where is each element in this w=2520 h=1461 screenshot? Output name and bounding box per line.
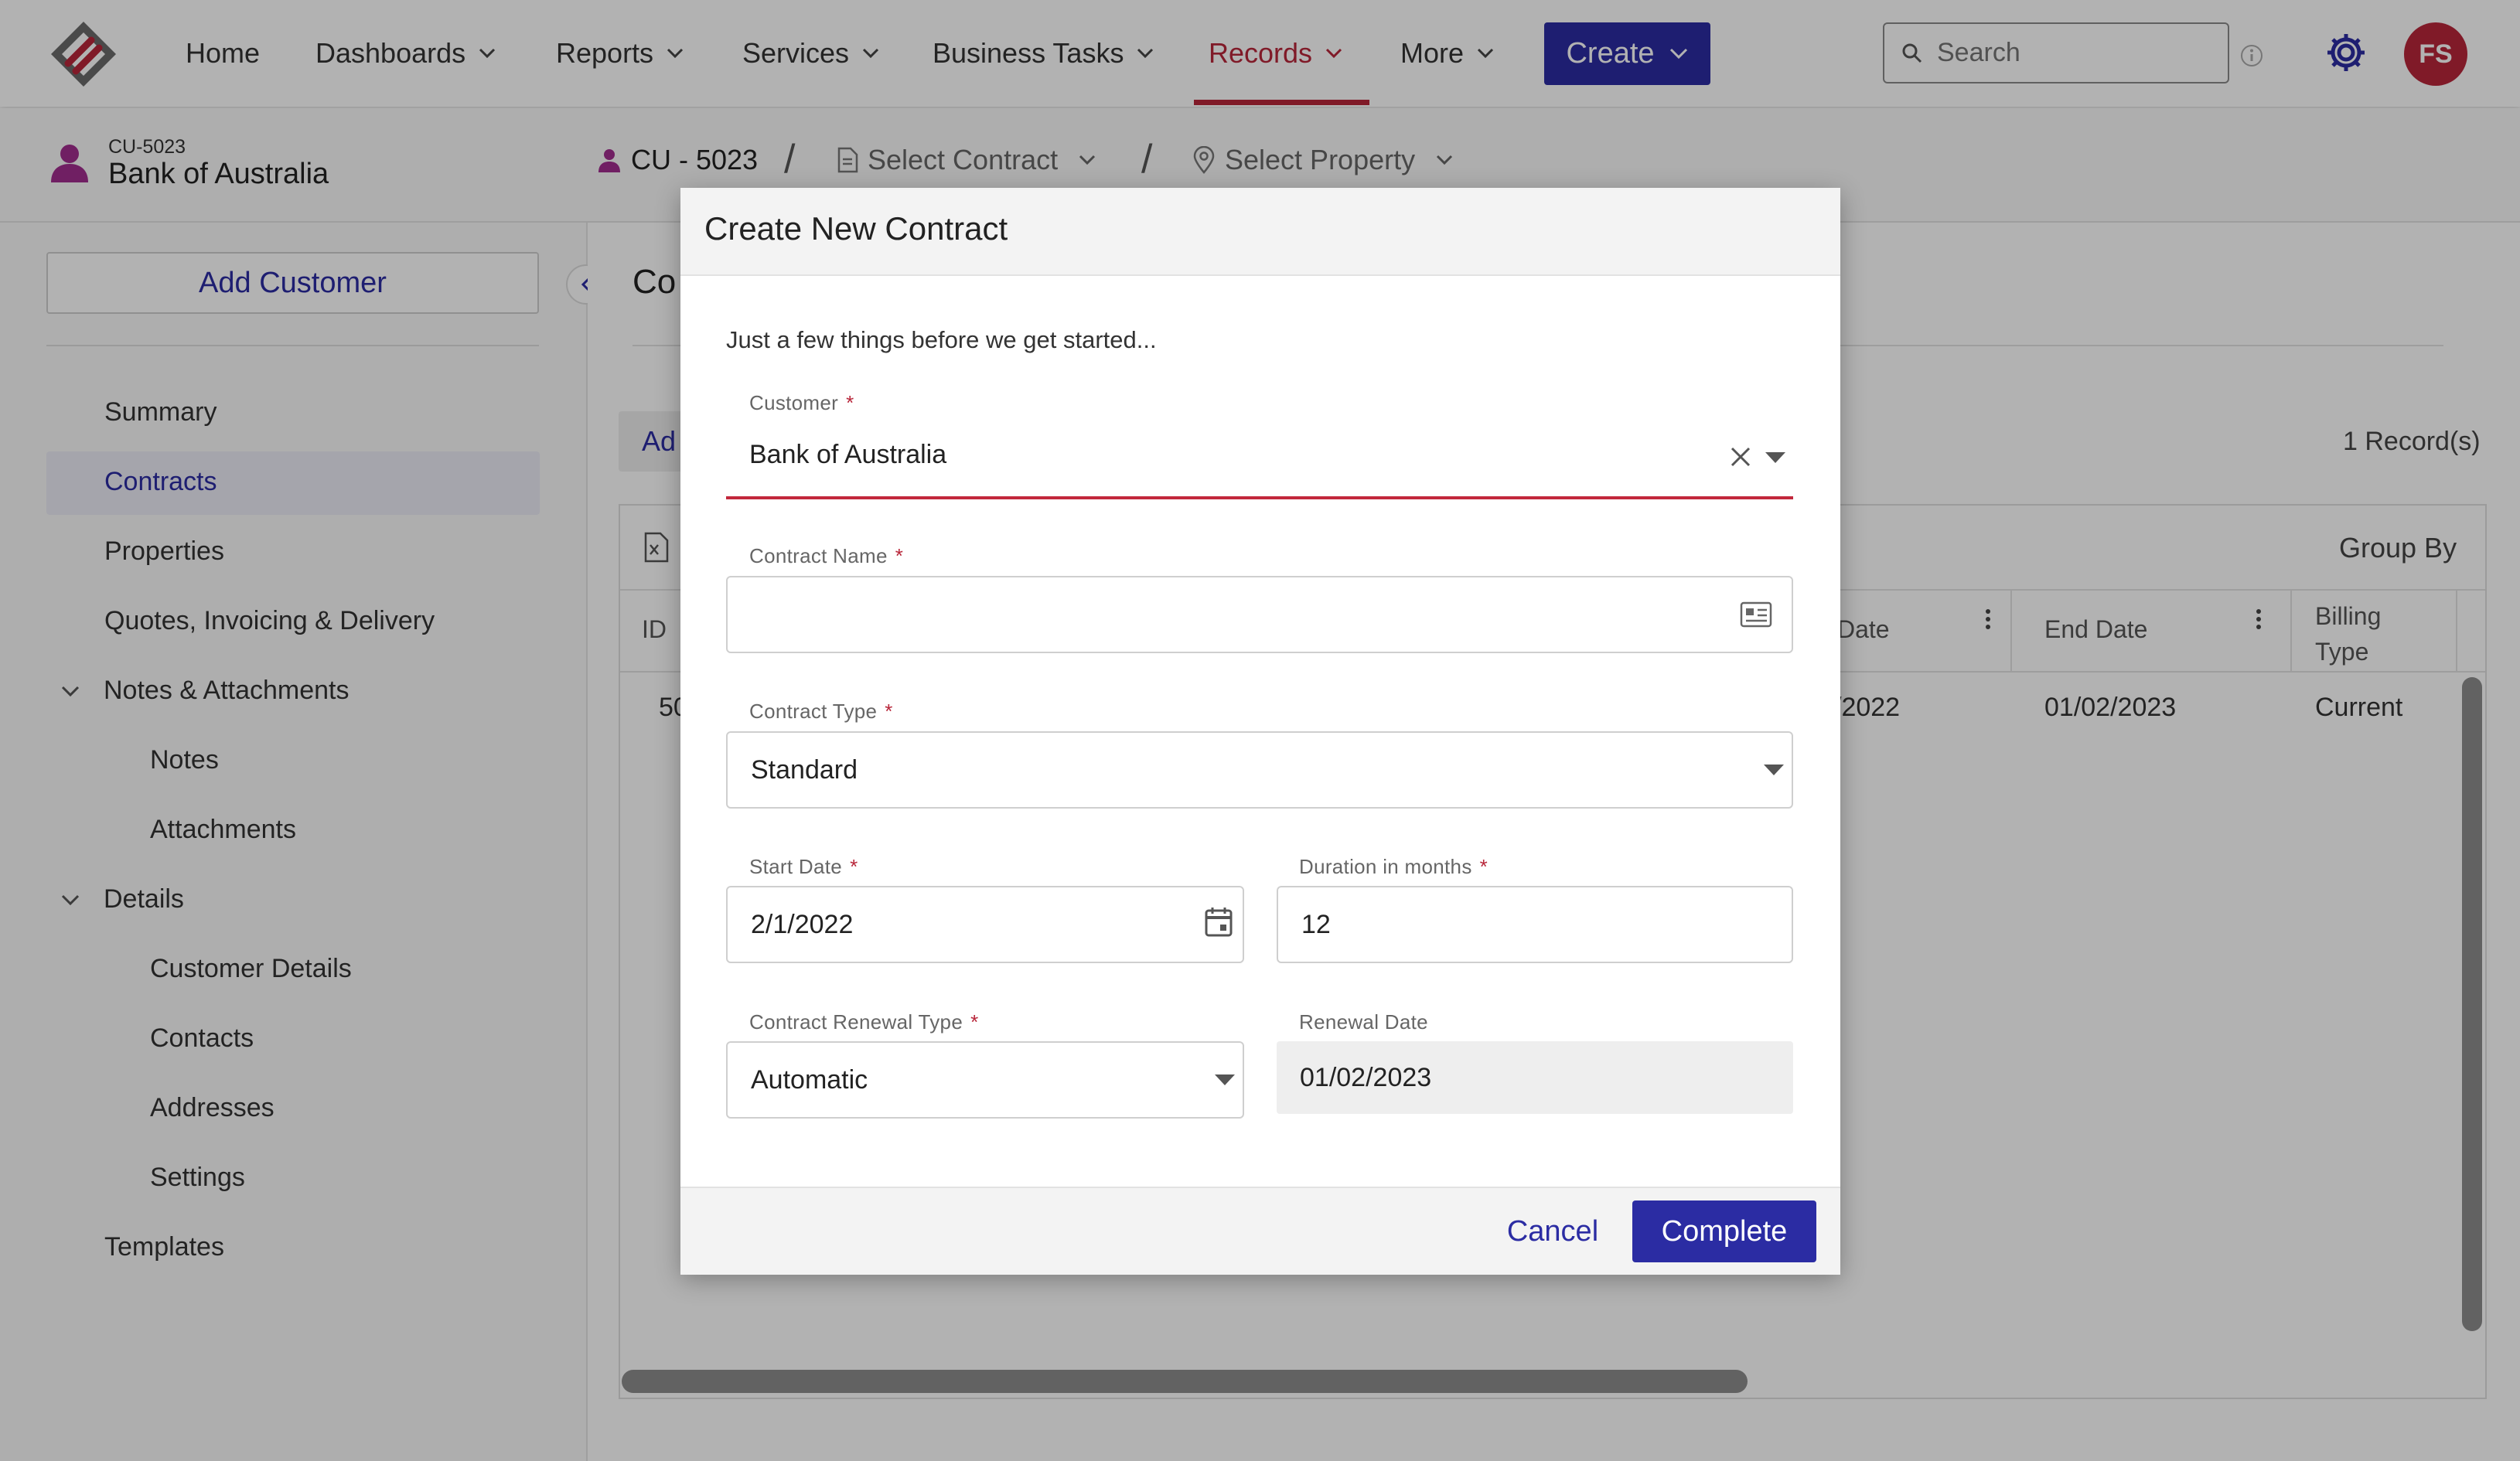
contract-name-label: Contract Name * bbox=[749, 544, 903, 568]
contract-type-label: Contract Type * bbox=[749, 700, 893, 724]
renewal-type-select[interactable]: Automatic bbox=[726, 1041, 1244, 1119]
dropdown-arrow-icon[interactable] bbox=[1765, 451, 1786, 464]
label-text: Renewal Date bbox=[1299, 1010, 1428, 1034]
renewal-date-readonly: 01/02/2023 bbox=[1277, 1041, 1793, 1114]
cancel-button[interactable]: Cancel bbox=[1488, 1200, 1617, 1262]
label-text: Duration in months bbox=[1299, 855, 1472, 878]
required-asterisk: * bbox=[895, 544, 904, 567]
renewal-date-value: 01/02/2023 bbox=[1300, 1062, 1432, 1092]
modal-intro-text: Just a few things before we get started.… bbox=[726, 326, 1157, 353]
label-text: Contract Renewal Type bbox=[749, 1010, 963, 1034]
duration-input[interactable]: 12 bbox=[1277, 886, 1793, 963]
calendar-icon[interactable] bbox=[1205, 906, 1233, 937]
required-asterisk: * bbox=[850, 855, 858, 878]
start-date-input[interactable]: 2/1/2022 bbox=[726, 886, 1244, 963]
required-asterisk: * bbox=[885, 700, 893, 723]
label-text: Customer bbox=[749, 391, 839, 414]
start-date-value: 2/1/2022 bbox=[751, 909, 854, 939]
required-asterisk: * bbox=[1479, 855, 1488, 878]
contract-name-input[interactable] bbox=[726, 576, 1793, 653]
required-asterisk: * bbox=[846, 391, 854, 414]
complete-button-label: Complete bbox=[1661, 1214, 1788, 1248]
dropdown-arrow-icon[interactable] bbox=[1763, 764, 1785, 776]
customer-select[interactable]: Bank of Australia bbox=[726, 413, 1793, 499]
dropdown-arrow-icon[interactable] bbox=[1214, 1074, 1236, 1086]
contract-type-select[interactable]: Standard bbox=[726, 731, 1793, 809]
modal-title: Create New Contract bbox=[704, 210, 1008, 247]
label-text: Contract Name bbox=[749, 544, 888, 567]
clear-icon[interactable] bbox=[1729, 445, 1752, 468]
duration-label: Duration in months * bbox=[1299, 855, 1488, 879]
complete-button[interactable]: Complete bbox=[1632, 1200, 1816, 1262]
label-text: Start Date bbox=[749, 855, 843, 878]
cancel-button-label: Cancel bbox=[1506, 1214, 1599, 1248]
renewal-type-value: Automatic bbox=[751, 1064, 868, 1095]
customer-select-value: Bank of Australia bbox=[749, 439, 947, 469]
duration-value: 12 bbox=[1301, 909, 1331, 939]
id-card-icon bbox=[1740, 601, 1772, 628]
start-date-label: Start Date * bbox=[749, 855, 858, 879]
required-asterisk: * bbox=[970, 1010, 979, 1034]
customer-field-label: Customer * bbox=[749, 391, 854, 415]
contract-type-value: Standard bbox=[751, 754, 858, 785]
label-text: Contract Type bbox=[749, 700, 878, 723]
renewal-type-label: Contract Renewal Type * bbox=[749, 1010, 979, 1034]
renewal-date-label: Renewal Date bbox=[1299, 1010, 1428, 1034]
